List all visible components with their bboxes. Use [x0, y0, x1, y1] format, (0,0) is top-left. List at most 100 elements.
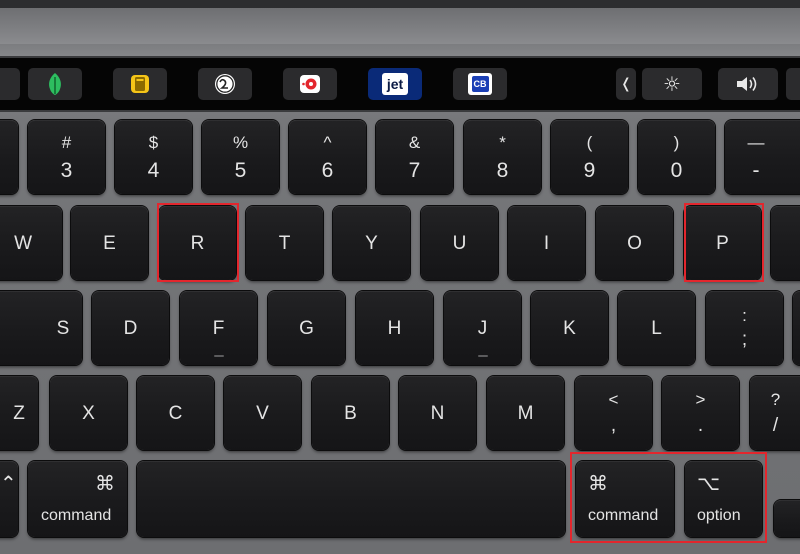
key-f[interactable]: F [180, 291, 257, 365]
key-7[interactable]: & 7 [376, 120, 453, 194]
key-t[interactable]: T [246, 206, 323, 280]
key-j[interactable]: J [444, 291, 521, 365]
left-command-label: command [41, 507, 112, 524]
lid-edge [0, 8, 800, 44]
key-semicolon-top: : [742, 306, 747, 325]
key-period-bottom: . [697, 415, 704, 436]
command-glyph-icon: ⌘ [95, 471, 115, 495]
key-control[interactable]: ⌃ [0, 461, 18, 537]
jet-app-icon: jet [382, 73, 408, 95]
key-r[interactable]: R [159, 206, 236, 280]
key-j-label: J [477, 317, 488, 339]
key-period[interactable]: > . [662, 376, 739, 450]
touch-bar-button[interactable] [786, 68, 800, 100]
key-7-digit: 7 [408, 158, 421, 182]
key-7-symbol: & [408, 132, 421, 152]
touch-bar-app-notes[interactable] [113, 68, 167, 100]
key-d-label: D [123, 317, 138, 339]
key-k[interactable]: K [531, 291, 608, 365]
key-j-home-bump [477, 355, 488, 357]
key-n[interactable]: N [399, 376, 476, 450]
touch-bar-app-cb[interactable]: CB [453, 68, 507, 100]
key-0[interactable]: ) 0 [638, 120, 715, 194]
touch-bar-volume-button[interactable] [718, 68, 778, 100]
key-3[interactable]: # 3 [28, 120, 105, 194]
key-p[interactable]: P [684, 206, 761, 280]
key-minus-digit: - [752, 158, 760, 182]
volume-icon [737, 77, 757, 91]
touch-bar-button[interactable] [0, 68, 20, 100]
key-8-digit: 8 [496, 158, 509, 182]
key-8[interactable]: * 8 [464, 120, 541, 194]
key-space[interactable] [137, 461, 565, 537]
key-i[interactable]: I [508, 206, 585, 280]
touch-bar-app-jet[interactable]: jet [368, 68, 422, 100]
key-y[interactable]: Y [333, 206, 410, 280]
touch-bar-app-record[interactable] [283, 68, 337, 100]
key-8-symbol: * [499, 132, 506, 152]
key-v[interactable]: V [224, 376, 301, 450]
key-slash-bottom: / [772, 415, 779, 436]
key-2[interactable] [0, 120, 18, 194]
key-4-digit: 4 [147, 158, 160, 182]
key-x[interactable]: X [50, 376, 127, 450]
touch-bar-app-evernote[interactable] [28, 68, 82, 100]
key-p-label: P [716, 232, 729, 254]
key-semicolon[interactable]: : ; [706, 291, 783, 365]
touch-bar-app-twenty[interactable] [198, 68, 252, 100]
key-slash[interactable]: ? / [750, 376, 800, 450]
touch-bar-brightness-button[interactable]: ☼ [642, 68, 702, 100]
key-quote[interactable] [793, 291, 800, 365]
key-3-symbol: # [61, 132, 72, 152]
key-5[interactable]: % 5 [202, 120, 279, 194]
key-l-label: L [651, 317, 662, 339]
key-m-label: M [517, 402, 534, 424]
key-bracket[interactable] [771, 206, 800, 280]
key-w[interactable]: W [0, 206, 62, 280]
key-n-label: N [430, 402, 445, 424]
key-arrow-left[interactable] [774, 500, 800, 537]
key-f-label: F [212, 317, 225, 339]
key-v-label: V [256, 402, 269, 424]
key-c[interactable]: C [137, 376, 214, 450]
key-o[interactable]: O [596, 206, 673, 280]
key-i-label: I [543, 232, 550, 254]
key-6[interactable]: ^ 6 [289, 120, 366, 194]
key-right-option[interactable]: ⌥ option [685, 461, 762, 537]
key-b[interactable]: B [312, 376, 389, 450]
key-y-label: Y [365, 232, 378, 254]
cb-label: CB [471, 76, 489, 92]
key-4[interactable]: $ 4 [115, 120, 192, 194]
key-e[interactable]: E [71, 206, 148, 280]
key-d[interactable]: D [92, 291, 169, 365]
key-6-symbol: ^ [323, 132, 332, 152]
key-5-symbol: % [232, 132, 249, 152]
key-m[interactable]: M [487, 376, 564, 450]
key-z[interactable]: Z [0, 376, 38, 450]
key-x-label: X [82, 402, 95, 424]
key-h[interactable]: H [356, 291, 433, 365]
key-minus[interactable]: — - [725, 120, 800, 194]
lid-gap [0, 0, 800, 8]
key-s[interactable]: S [0, 291, 82, 365]
control-glyph-icon: ⌃ [0, 471, 17, 495]
key-0-symbol: ) [673, 132, 680, 152]
key-3-digit: 3 [60, 158, 73, 182]
key-u[interactable]: U [421, 206, 498, 280]
key-u-label: U [452, 232, 467, 254]
command-glyph-icon: ⌘ [588, 471, 608, 495]
key-l[interactable]: L [618, 291, 695, 365]
key-9[interactable]: ( 9 [551, 120, 628, 194]
jet-label: jet [386, 76, 404, 92]
key-comma[interactable]: < , [575, 376, 652, 450]
key-c-label: C [168, 402, 183, 424]
key-g[interactable]: G [268, 291, 345, 365]
twenty-app-icon [215, 74, 235, 94]
record-app-icon [300, 75, 320, 93]
key-right-command[interactable]: ⌘ command [576, 461, 674, 537]
key-e-label: E [103, 232, 116, 254]
key-6-digit: 6 [321, 158, 334, 182]
touch-bar-collapse-button[interactable]: ❬ [616, 68, 636, 100]
key-left-command[interactable]: ⌘ command [28, 461, 127, 537]
key-t-label: T [278, 232, 291, 254]
